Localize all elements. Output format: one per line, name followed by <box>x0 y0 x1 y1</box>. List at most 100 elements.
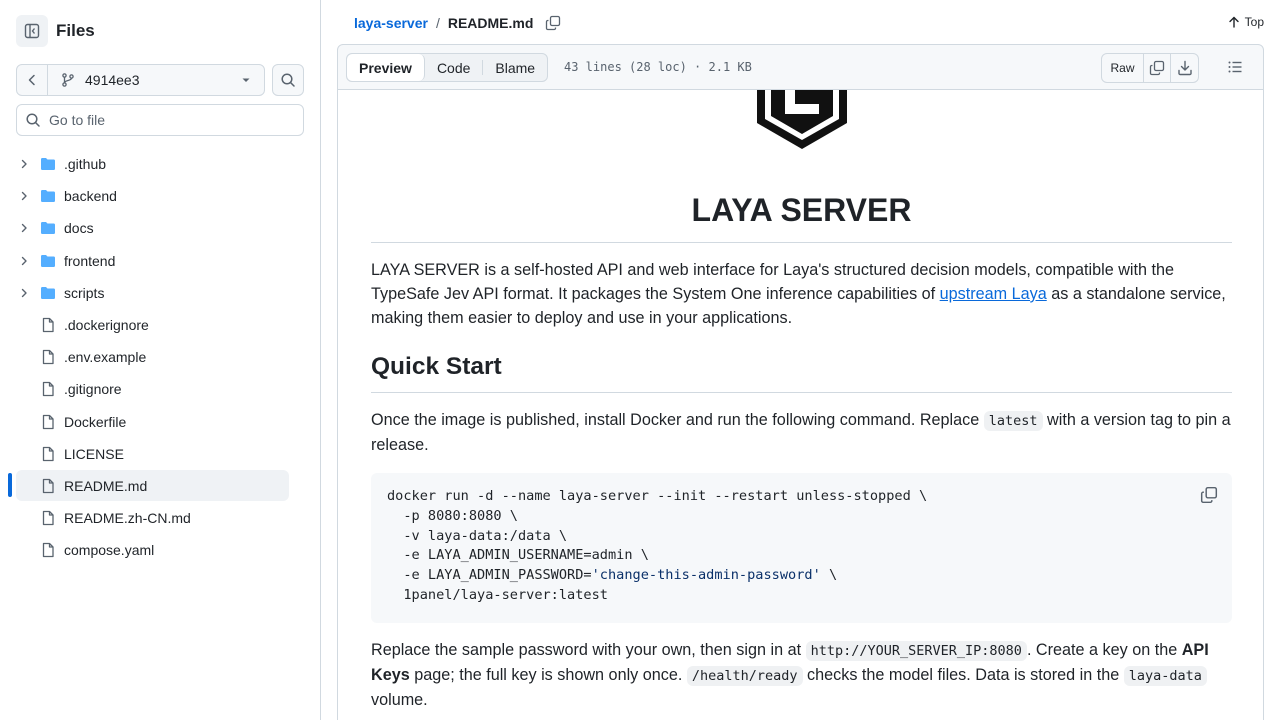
file-actions-group: Raw <box>1101 53 1199 83</box>
tree-item-backend[interactable]: backend <box>16 180 289 211</box>
copy-code-button[interactable] <box>1200 486 1218 509</box>
text: Replace the sample password with your ow… <box>371 641 806 659</box>
folder-icon <box>40 188 56 204</box>
tree-item-label: README.zh-CN.md <box>64 509 191 526</box>
branch-selector-group: 4914ee3 <box>16 64 265 96</box>
code-string: 'change-this-admin-password' <box>591 567 821 584</box>
search-button[interactable] <box>272 64 304 96</box>
tree-item-label: LICENSE <box>64 445 124 462</box>
copy-path-button[interactable] <box>545 15 561 31</box>
collapse-sidebar-button[interactable] <box>16 15 48 47</box>
folder-icon <box>40 253 56 269</box>
tree-item-readme-zh-cn[interactable]: README.zh-CN.md <box>16 502 289 533</box>
readme-article: LAYA SERVER LAYA SERVER is a self-hosted… <box>337 90 1264 720</box>
code-block: docker run -d --name laya-server --init … <box>371 473 1232 623</box>
file-icon <box>40 542 56 558</box>
file-icon <box>40 446 56 462</box>
search-icon <box>26 113 40 127</box>
tree-item-dockerfile[interactable]: Dockerfile <box>16 406 289 437</box>
file-icon <box>40 381 56 397</box>
file-tree-sidebar: Files 4914ee3 .github <box>0 0 321 720</box>
file-icon <box>40 510 56 526</box>
inline-code-health: /health/ready <box>686 666 803 686</box>
branch-name: 4914ee3 <box>85 72 140 88</box>
text: page; the full key is shown only once. <box>409 666 687 684</box>
breadcrumb-repo-link[interactable]: laya-server <box>354 15 428 31</box>
upstream-laya-link[interactable]: upstream Laya <box>940 285 1047 303</box>
top-label: Top <box>1244 15 1264 29</box>
download-button[interactable] <box>1171 54 1198 82</box>
git-branch-icon <box>62 73 74 87</box>
tree-item-dockerignore[interactable]: .dockerignore <box>16 309 289 340</box>
chevron-right-icon[interactable] <box>16 255 32 267</box>
chevron-right-icon[interactable] <box>16 190 32 202</box>
code-line: 1panel/laya-server:latest <box>387 586 608 603</box>
tree-item-env-example[interactable]: .env.example <box>16 341 289 372</box>
tree-item-label: Dockerfile <box>64 413 127 430</box>
chevron-right-icon[interactable] <box>16 158 32 170</box>
tree-item-github[interactable]: .github <box>16 148 289 179</box>
breadcrumb-separator: / <box>435 15 440 31</box>
tab-blame[interactable]: Blame <box>483 54 547 81</box>
heading-divider <box>371 392 1232 393</box>
raw-button[interactable]: Raw <box>1102 54 1144 82</box>
quick-start-heading: Quick Start <box>371 353 502 380</box>
quick-start-paragraph: Once the image is published, install Doc… <box>371 408 1232 457</box>
back-button[interactable] <box>17 65 48 95</box>
file-view: laya-server / README.md Top Preview Code… <box>337 0 1264 720</box>
outline-button[interactable] <box>1227 59 1243 80</box>
folder-icon <box>40 285 56 301</box>
file-icon <box>40 414 56 430</box>
file-meta: 43 lines (28 loc) · 2.1 KB <box>564 60 752 74</box>
chevron-left-icon <box>28 74 35 86</box>
tree-item-readme[interactable]: README.md <box>16 470 289 501</box>
intro-paragraph: LAYA SERVER is a self-hosted API and web… <box>371 258 1232 330</box>
go-to-file-input[interactable] <box>49 112 289 128</box>
tree-item-label: compose.yaml <box>64 541 155 558</box>
tree-item-label: .dockerignore <box>64 316 149 333</box>
copy-raw-button[interactable] <box>1144 54 1171 82</box>
code-line: -v laya-data:/data \ <box>387 527 568 544</box>
docker-run-code: docker run -d --name laya-server --init … <box>387 487 927 606</box>
branch-select[interactable]: 4914ee3 <box>48 65 264 95</box>
text: checks the model files. Data is stored i… <box>802 666 1124 684</box>
tree-item-docs[interactable]: docs <box>16 212 289 243</box>
tree-item-compose-yaml[interactable]: compose.yaml <box>16 534 289 565</box>
top-button[interactable]: Top <box>1227 13 1264 31</box>
tree-item-license[interactable]: LICENSE <box>16 438 289 469</box>
folder-icon <box>40 156 56 172</box>
branch-row: 4914ee3 <box>16 64 304 96</box>
inline-code-volume: laya-data <box>1123 666 1207 686</box>
tree-item-label: scripts <box>64 284 105 301</box>
active-item-indicator <box>8 473 12 497</box>
search-icon <box>281 73 295 87</box>
tab-preview[interactable]: Preview <box>347 54 425 81</box>
file-icon <box>40 317 56 333</box>
tree-item-gitignore[interactable]: .gitignore <box>16 373 289 404</box>
tab-code[interactable]: Code <box>425 54 482 81</box>
text: . Create a key on the <box>1026 641 1182 659</box>
code-line-end: \ <box>820 567 838 584</box>
tree-item-label: .gitignore <box>64 380 122 397</box>
post-install-paragraph: Replace the sample password with your ow… <box>371 638 1232 712</box>
chevron-right-icon[interactable] <box>16 287 32 299</box>
file-icon <box>40 478 56 494</box>
view-mode-tabs: Preview Code Blame <box>346 53 549 82</box>
download-icon <box>1177 60 1192 76</box>
sidebar-collapse-icon <box>24 23 40 39</box>
go-to-file-field[interactable] <box>16 104 304 136</box>
tree-item-scripts[interactable]: scripts <box>16 277 289 308</box>
copy-icon <box>546 15 561 31</box>
sidebar-title: Files <box>56 21 95 40</box>
code-line: -e LAYA_ADMIN_USERNAME=admin \ <box>387 547 649 564</box>
folder-icon <box>40 220 56 236</box>
caret-down-icon <box>242 78 250 82</box>
chevron-right-icon[interactable] <box>16 222 32 234</box>
tree-item-frontend[interactable]: frontend <box>16 245 289 276</box>
file-toolbar: Preview Code Blame 43 lines (28 loc) · 2… <box>337 44 1264 90</box>
arrow-up-icon <box>1228 16 1239 28</box>
sidebar-header: Files <box>16 15 95 47</box>
readme-title: LAYA SERVER <box>691 192 912 228</box>
tree-item-label: .env.example <box>64 348 147 365</box>
code-line: -e LAYA_ADMIN_PASSWORD= <box>387 567 592 584</box>
